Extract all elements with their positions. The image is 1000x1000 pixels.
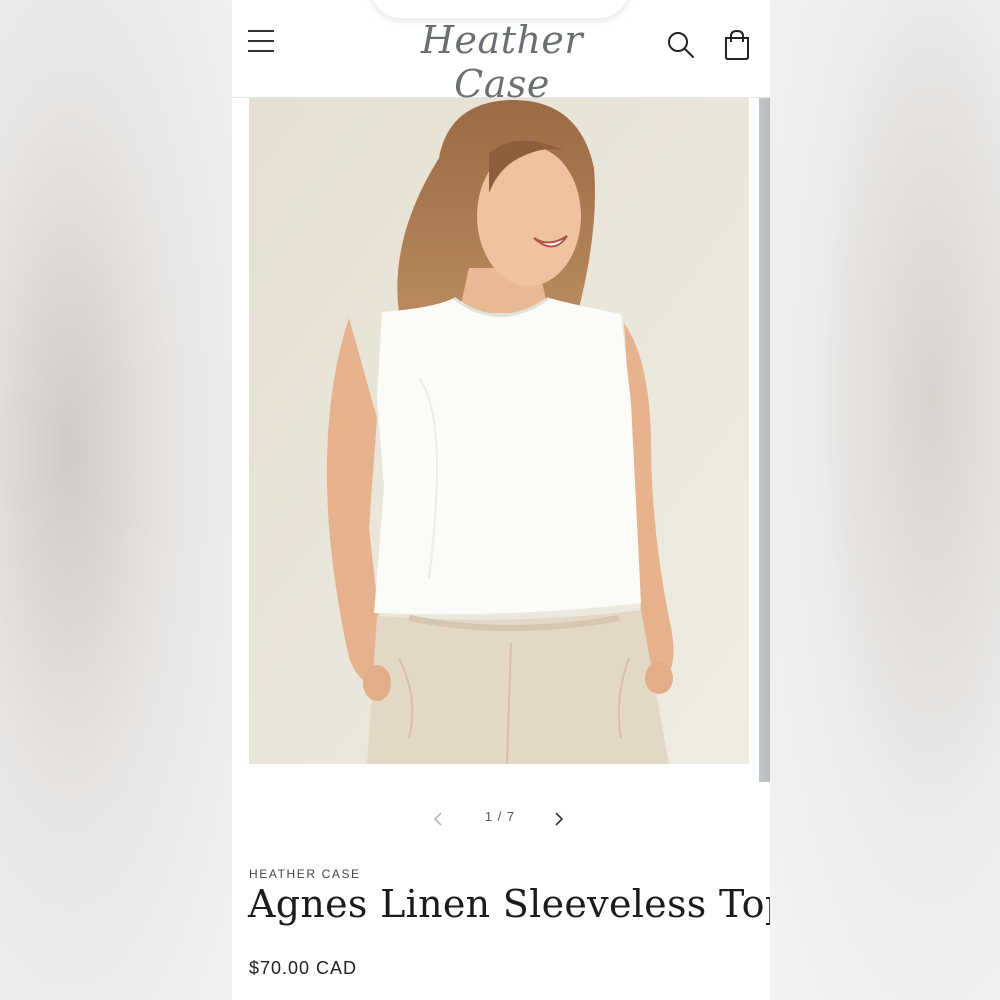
chevron-right-icon[interactable]	[548, 808, 570, 830]
blurred-background-left	[0, 0, 232, 1000]
gallery-counter: 1 / 7	[484, 809, 516, 824]
gallery-pager: 1 / 7	[232, 800, 770, 836]
hamburger-menu-icon[interactable]	[248, 30, 276, 60]
shopping-bag-icon[interactable]	[722, 29, 752, 61]
chevron-left-icon[interactable]	[428, 808, 450, 830]
next-image-peek[interactable]	[759, 98, 770, 782]
phone-screen: Heather Case 1 / 7 HEATHER CASE Agnes Li…	[232, 0, 770, 1000]
device-notch	[372, 0, 628, 18]
blurred-background-right	[770, 0, 1000, 1000]
brand-logo[interactable]: Heather Case	[382, 18, 622, 106]
product-image[interactable]	[249, 98, 749, 764]
product-title: Agnes Linen Sleeveless Top	[248, 882, 770, 926]
search-icon[interactable]	[666, 30, 696, 60]
product-price: $70.00 CAD	[249, 958, 358, 978]
product-vendor[interactable]: HEATHER CASE	[249, 867, 361, 881]
